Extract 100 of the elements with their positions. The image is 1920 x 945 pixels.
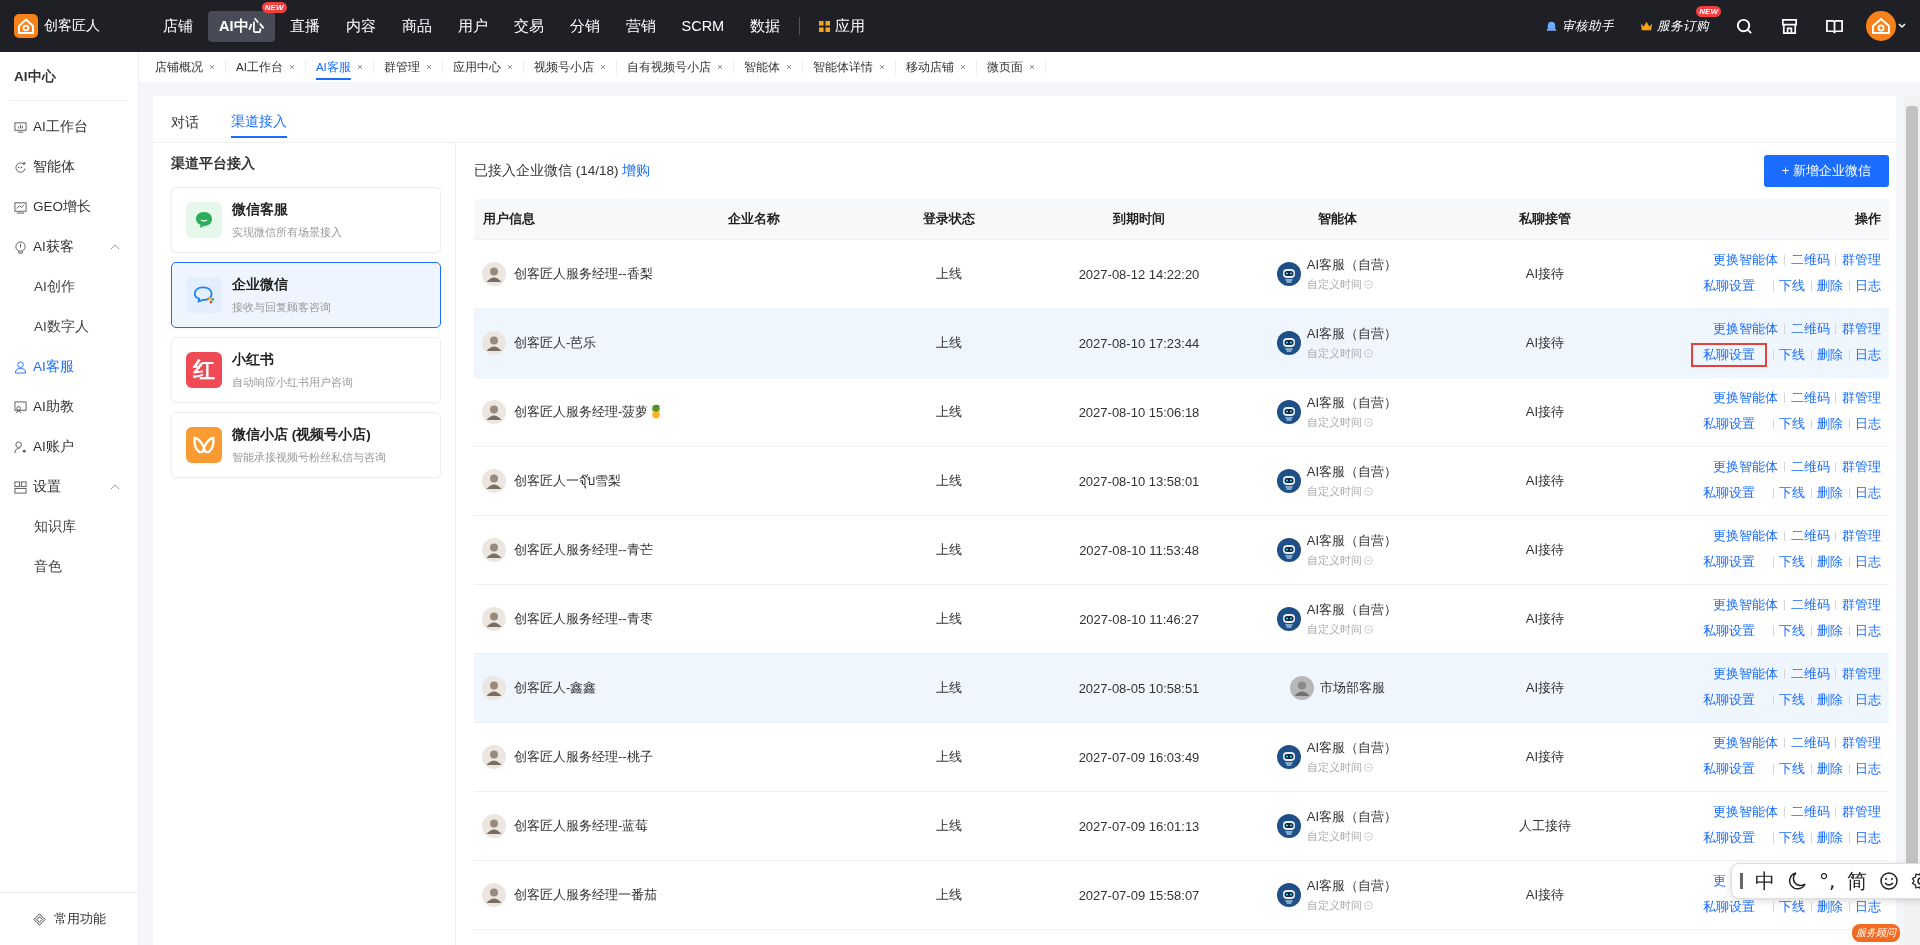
sidebar-subitem[interactable]: AI创作 xyxy=(0,267,138,307)
apps-menu[interactable]: 应用 xyxy=(808,10,877,42)
row-action-link[interactable]: 下线 xyxy=(1779,621,1805,641)
row-action-link[interactable]: 私聊设置 xyxy=(1691,688,1767,712)
row-action-link[interactable]: 私聊设置 xyxy=(1691,895,1767,919)
row-action-link[interactable]: 删除 xyxy=(1817,759,1843,779)
close-icon[interactable] xyxy=(288,64,295,70)
row-action-link[interactable]: 下线 xyxy=(1779,552,1805,572)
add-wecom-button[interactable]: + 新增企业微信 xyxy=(1763,155,1889,187)
nav-tab[interactable]: 店铺 xyxy=(152,10,204,42)
page-tab[interactable]: 应用中心 xyxy=(442,60,524,74)
purchase-link[interactable]: 增购 xyxy=(622,163,651,178)
nav-tab[interactable]: 分销 xyxy=(558,10,611,42)
agent-schedule[interactable]: 自定义时间 xyxy=(1306,277,1362,292)
sidebar-item[interactable]: 设置 xyxy=(0,467,138,507)
row-action-link[interactable]: 更换智能体 xyxy=(1713,457,1778,477)
moon-icon[interactable] xyxy=(1787,871,1807,891)
more-icon[interactable] xyxy=(1363,349,1373,358)
row-action-link[interactable]: 群管理 xyxy=(1842,526,1881,546)
nav-tab[interactable]: 直播 xyxy=(278,10,331,42)
emoji-icon[interactable] xyxy=(1879,871,1900,891)
sidebar-item[interactable]: 智能体 xyxy=(0,147,138,187)
row-action-link[interactable]: 群管理 xyxy=(1842,802,1881,822)
row-action-link[interactable]: 下线 xyxy=(1779,897,1805,917)
more-icon[interactable] xyxy=(1363,625,1373,634)
row-action-link[interactable]: 日志 xyxy=(1855,483,1881,503)
row-action-link[interactable]: 更换智能体 xyxy=(1713,319,1778,339)
row-action-link[interactable]: 删除 xyxy=(1817,828,1843,848)
row-action-link[interactable]: 删除 xyxy=(1817,483,1843,503)
row-action-link[interactable]: 日志 xyxy=(1855,276,1881,296)
row-action-link[interactable]: 私聊设置 xyxy=(1691,757,1767,781)
scrollbar[interactable] xyxy=(1904,96,1920,945)
row-action-link[interactable]: 下线 xyxy=(1779,759,1805,779)
row-action-link[interactable]: 日志 xyxy=(1855,414,1881,434)
page-tab[interactable]: 群管理 xyxy=(373,60,443,74)
nav-tab[interactable]: 营销 xyxy=(614,10,667,42)
sidebar-item[interactable]: AI助教 xyxy=(0,387,138,427)
more-icon[interactable] xyxy=(1363,487,1373,496)
ime-button[interactable]: °, xyxy=(1819,869,1836,893)
close-icon[interactable] xyxy=(599,64,606,70)
row-action-link[interactable]: 更换智能体 xyxy=(1713,664,1778,684)
sidebar-item[interactable]: AI客服 xyxy=(0,347,138,387)
row-action-link[interactable]: 私聊设置 xyxy=(1691,619,1767,643)
chevron-up-icon[interactable] xyxy=(110,484,120,490)
row-action-link[interactable]: 日志 xyxy=(1855,621,1881,641)
agent-schedule[interactable]: 自定义时间 xyxy=(1306,415,1362,430)
row-action-link[interactable]: 二维码 xyxy=(1790,802,1830,822)
row-action-link[interactable]: 二维码 xyxy=(1790,388,1830,408)
row-action-link[interactable]: 日志 xyxy=(1855,897,1881,917)
more-icon[interactable] xyxy=(1363,901,1373,910)
row-action-link[interactable]: 删除 xyxy=(1817,897,1843,917)
agent-schedule[interactable]: 自定义时间 xyxy=(1306,622,1362,637)
page-tab[interactable]: 移动店铺 xyxy=(895,60,977,74)
close-icon[interactable] xyxy=(356,64,363,70)
more-icon[interactable] xyxy=(1363,556,1373,565)
row-action-link[interactable]: 下线 xyxy=(1779,483,1805,503)
row-action-link[interactable]: 群管理 xyxy=(1842,733,1881,753)
content-tab[interactable]: 对话 xyxy=(171,108,199,138)
row-action-link[interactable]: 删除 xyxy=(1817,690,1843,710)
row-action-link[interactable]: 群管理 xyxy=(1842,595,1881,615)
close-icon[interactable] xyxy=(209,64,215,70)
row-action-link[interactable]: 私聊设置 xyxy=(1691,412,1767,436)
more-icon[interactable] xyxy=(1363,418,1373,427)
row-action-link[interactable]: 删除 xyxy=(1817,345,1843,365)
close-icon[interactable] xyxy=(506,64,513,70)
row-action-link[interactable]: 更换智能体 xyxy=(1713,388,1778,408)
nav-tab[interactable]: SCRM xyxy=(670,12,736,40)
agent-schedule[interactable]: 自定义时间 xyxy=(1306,760,1362,775)
page-tab[interactable]: 自有视频号小店 xyxy=(616,60,734,74)
close-icon[interactable] xyxy=(1028,64,1035,70)
row-action-link[interactable]: 二维码 xyxy=(1790,250,1830,270)
row-action-link[interactable]: 二维码 xyxy=(1790,664,1830,684)
sidebar-item[interactable]: GEO增长 xyxy=(0,187,138,227)
sidebar-subitem[interactable]: 音色 xyxy=(0,547,138,587)
sidebar-item[interactable]: AI账户 xyxy=(0,427,138,467)
row-action-link[interactable]: 二维码 xyxy=(1790,319,1830,339)
agent-schedule[interactable]: 自定义时间 xyxy=(1306,829,1362,844)
row-action-link[interactable]: 更换智能体 xyxy=(1713,802,1778,822)
row-action-link[interactable]: 删除 xyxy=(1817,621,1843,641)
channel-card[interactable]: 微信小店 (视频号小店) 智能承接视频号粉丝私信与咨询 xyxy=(171,412,441,478)
page-tab[interactable]: AI工作台 xyxy=(226,60,306,74)
avatar-icon[interactable] xyxy=(1866,11,1906,41)
close-icon[interactable] xyxy=(425,64,432,70)
row-action-link[interactable]: 群管理 xyxy=(1842,388,1881,408)
row-action-link[interactable]: 私聊设置 xyxy=(1691,826,1767,850)
channel-card[interactable]: 微信客服 实现微信所有场景接入 xyxy=(171,187,441,253)
row-action-link[interactable]: 私聊设置 xyxy=(1691,481,1767,505)
row-action-link[interactable]: 下线 xyxy=(1779,276,1805,296)
agent-schedule[interactable]: 自定义时间 xyxy=(1306,484,1362,499)
close-icon[interactable] xyxy=(785,64,792,70)
row-action-link[interactable]: 下线 xyxy=(1779,345,1805,365)
ime-button[interactable]: 中 xyxy=(1755,867,1775,895)
sidebar-item[interactable]: AI工作台 xyxy=(0,107,138,147)
row-action-link[interactable]: 更换智能体 xyxy=(1713,733,1778,753)
row-action-link[interactable]: 二维码 xyxy=(1790,595,1830,615)
nav-tab[interactable]: 交易 xyxy=(502,10,555,42)
row-action-link[interactable]: 日志 xyxy=(1855,552,1881,572)
row-action-link[interactable]: 更换智能体 xyxy=(1713,250,1778,270)
chevron-up-icon[interactable] xyxy=(110,244,120,250)
nav-tab[interactable]: AI中心 xyxy=(208,10,275,42)
